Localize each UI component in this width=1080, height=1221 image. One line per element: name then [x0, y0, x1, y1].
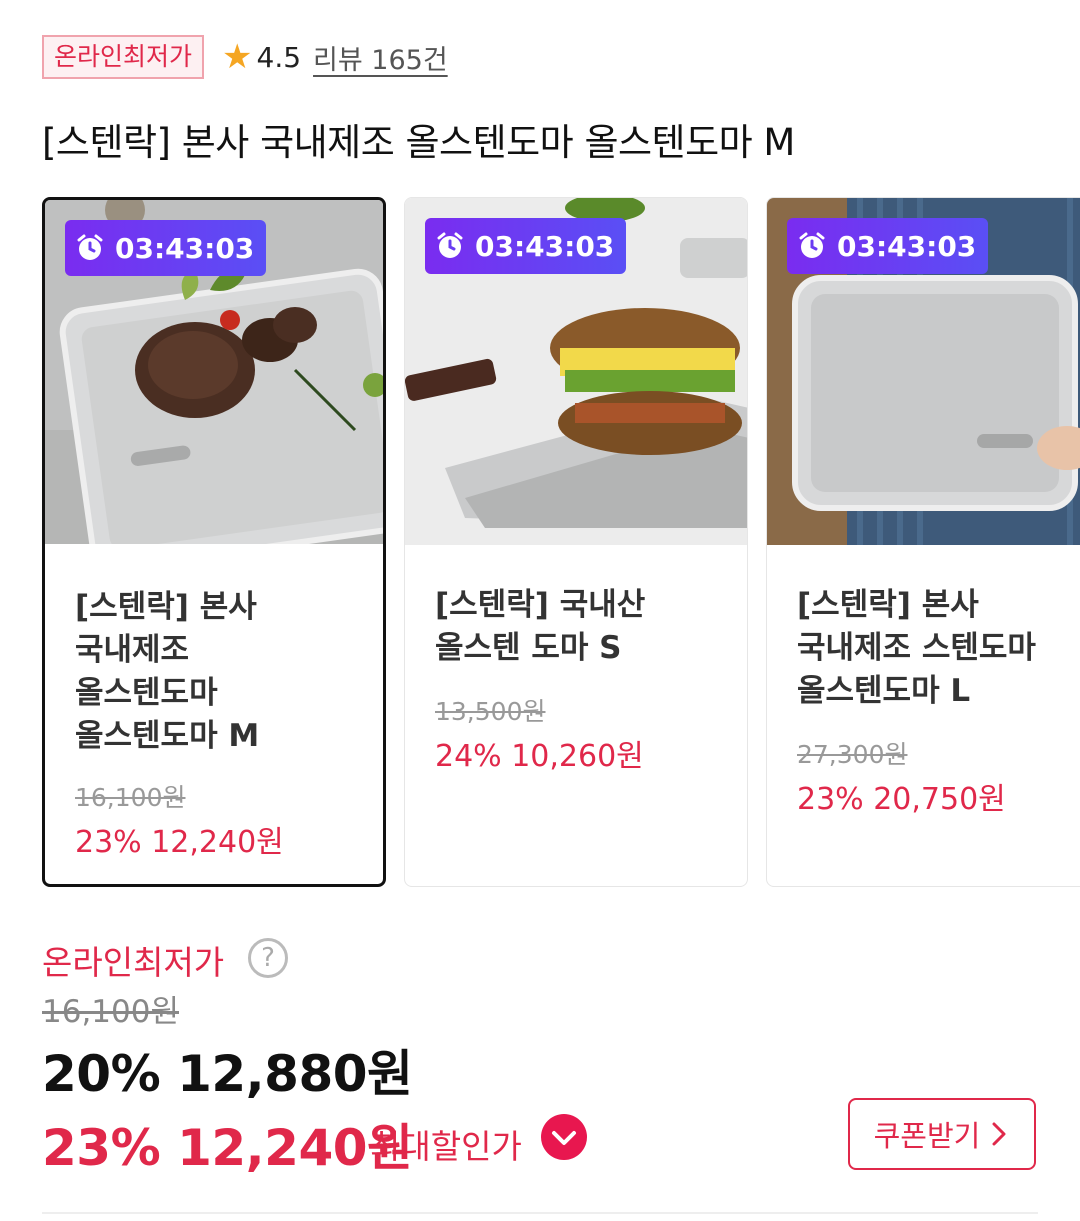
timer-text: 03:43:03 [475, 229, 615, 263]
coupon-button-label: 쿠폰받기 [873, 1119, 981, 1153]
option-name-line: 올스텐도마 [75, 675, 218, 711]
alarm-clock-icon [77, 234, 103, 260]
original-price: 13,500원 [435, 697, 546, 726]
product-image-s: 03:43:03 [405, 198, 747, 545]
max-discount-price: 23% 12,240원 [42, 1119, 413, 1177]
original-price: 16,100원 [75, 783, 186, 812]
option-carousel[interactable]: 03:43:03 [스텐락] 본사 국내제조 올스텐도마 올스텐도마 M 16,… [42, 197, 1080, 889]
option-name-line: [스텐락] 본사 [797, 587, 979, 623]
option-name-line: [스텐락] 국내산 [435, 587, 646, 623]
option-name-line: 올스텐 도마 S [435, 630, 622, 666]
star-icon: ★ [222, 37, 253, 77]
option-card-m[interactable]: 03:43:03 [스텐락] 본사 국내제조 올스텐도마 올스텐도마 M 16,… [42, 197, 386, 887]
option-name-line: [스텐락] 본사 [75, 589, 257, 625]
timer-text: 03:43:03 [837, 229, 977, 263]
alarm-clock-icon [799, 232, 825, 258]
product-image-m: 03:43:03 [45, 200, 383, 544]
chevron-right-icon [992, 1122, 1006, 1146]
option-name-line: 국내제조 스텐도마 [797, 630, 1036, 666]
top-row: 온라인최저가 ★ 4.5 리뷰 165건 [42, 32, 448, 82]
timer-badge: 03:43:03 [787, 218, 989, 274]
timer-text: 03:43:03 [115, 231, 255, 265]
option-name-line: 국내제조 [75, 632, 190, 668]
option-name-line: 올스텐도마 M [75, 718, 260, 754]
original-price: 27,300원 [797, 740, 908, 769]
option-card-s[interactable]: 03:43:03 [스텐락] 국내산 올스텐 도마 S 13,500원 24% … [404, 197, 748, 887]
product-title: [스텐락] 본사 국내제조 올스텐도마 올스텐도마 M [42, 121, 795, 164]
lowest-price-label: 온라인최저가 [42, 943, 225, 982]
option-name: [스텐락] 본사 국내제조 올스텐도마 올스텐도마 M [75, 586, 375, 758]
sale-price: 23% 12,240원 [75, 825, 284, 860]
product-image-l: 03:43:03 [767, 198, 1080, 545]
chevron-down-circle-icon[interactable] [540, 1113, 588, 1161]
divider [42, 1212, 1038, 1214]
option-name-line: 올스텐도마 L [797, 673, 971, 709]
timer-badge: 03:43:03 [425, 218, 627, 274]
alarm-clock-icon [437, 232, 463, 258]
option-name: [스텐락] 본사 국내제조 스텐도마 올스텐도마 L [797, 584, 1080, 713]
option-name: [스텐락] 국내산 올스텐 도마 S [435, 584, 735, 670]
sale-price: 23% 20,750원 [797, 782, 1006, 817]
max-discount-label: 최대할인가 [370, 1127, 522, 1166]
current-price: 20% 12,880원 [42, 1045, 413, 1103]
rating-value: 4.5 [256, 40, 302, 74]
coupon-button[interactable]: 쿠폰받기 [848, 1098, 1036, 1170]
timer-badge: 03:43:03 [65, 220, 267, 276]
lowest-price-badge: 온라인최저가 [42, 35, 205, 79]
original-price: 16,100원 [42, 994, 179, 1030]
sale-price: 24% 10,260원 [435, 739, 644, 774]
help-icon[interactable]: ? [248, 938, 288, 978]
option-card-l[interactable]: 03:43:03 [스텐락] 본사 국내제조 스텐도마 올스텐도마 L 27,3… [766, 197, 1080, 887]
review-count-link[interactable]: 리뷰 165건 [313, 38, 448, 77]
